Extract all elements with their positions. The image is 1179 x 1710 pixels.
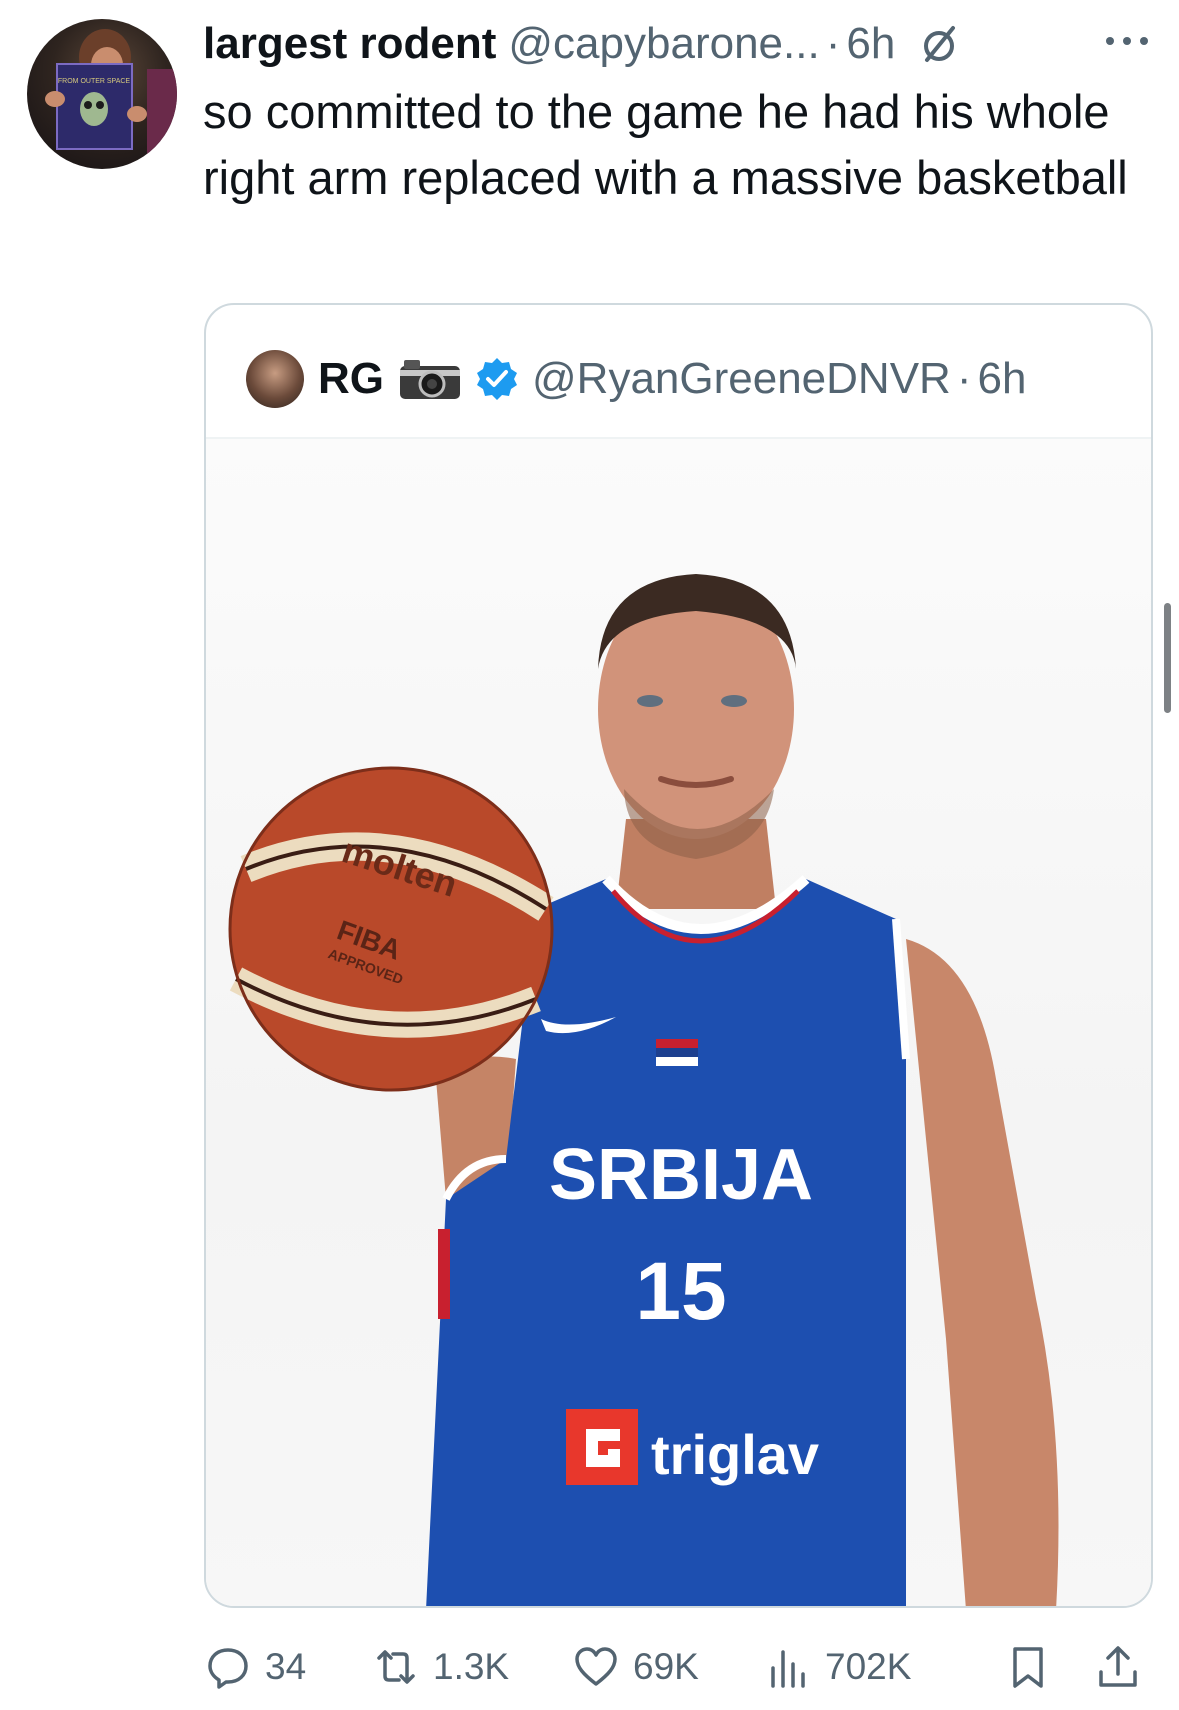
like-button[interactable]: 69K <box>573 1642 699 1692</box>
bookmark-icon <box>1013 1647 1043 1688</box>
sponsor-text: triglav <box>651 1423 819 1486</box>
verified-icon <box>474 356 520 402</box>
separator-dot: · <box>825 19 841 68</box>
quoted-tweet-time[interactable]: 6h <box>977 354 1026 404</box>
repost-count: 1.3K <box>433 1646 510 1687</box>
author-handle[interactable]: @capybarone... <box>508 19 819 69</box>
views-button[interactable]: 702K <box>765 1642 911 1692</box>
jersey-text: SRBIJA <box>549 1135 813 1215</box>
jersey-number: 15 <box>635 1246 726 1337</box>
repost-button[interactable]: 1.3K <box>373 1642 509 1692</box>
camera-icon <box>398 356 462 402</box>
status-slash-icon <box>919 24 959 64</box>
share-icon <box>1099 1646 1137 1687</box>
views-icon <box>771 1650 805 1688</box>
scrollbar[interactable] <box>1164 603 1171 713</box>
share-button[interactable] <box>1095 1642 1155 1692</box>
quoted-tweet-card[interactable]: RG @RyanGreeneDNVR · 6h SRBIJA 15 trigla… <box>204 303 1153 1608</box>
views-count: 702K <box>825 1646 912 1687</box>
reply-icon <box>208 1648 248 1689</box>
quoted-author-handle[interactable]: @RyanGreeneDNVR <box>532 354 951 404</box>
reply-count: 34 <box>265 1646 307 1687</box>
tweet-text: so committed to the game he had his whol… <box>203 85 1128 204</box>
tweet-time[interactable]: 6h <box>846 19 895 69</box>
author-name[interactable]: largest rodent <box>203 19 496 69</box>
quoted-separator-dot: · <box>956 354 972 403</box>
more-icon[interactable] <box>1100 26 1154 56</box>
quoted-author-name[interactable]: RG <box>318 354 384 404</box>
like-count: 69K <box>633 1646 699 1687</box>
bookmark-button[interactable] <box>1005 1642 1065 1692</box>
player-photo: SRBIJA 15 triglav molten FIBA APPROVED <box>228 574 1059 1606</box>
reply-button[interactable]: 34 <box>205 1642 306 1692</box>
avatar-book-text: FROM OUTER SPACE <box>58 78 131 85</box>
action-bar: 34 1.3K 69K 702K <box>205 1642 1155 1692</box>
like-icon <box>575 1647 617 1686</box>
avatar-image: FROM OUTER SPACE <box>45 29 177 169</box>
repost-icon <box>377 1650 415 1684</box>
tweet-header: largest rodent @capybarone... · 6h <box>203 14 959 74</box>
quoted-photo[interactable]: SRBIJA 15 triglav molten FIBA APPROVED <box>206 439 1151 1606</box>
author-avatar[interactable]: FROM OUTER SPACE <box>27 19 177 169</box>
quoted-tweet-header: RG @RyanGreeneDNVR · 6h <box>246 347 1026 411</box>
quoted-author-avatar[interactable] <box>246 350 304 408</box>
